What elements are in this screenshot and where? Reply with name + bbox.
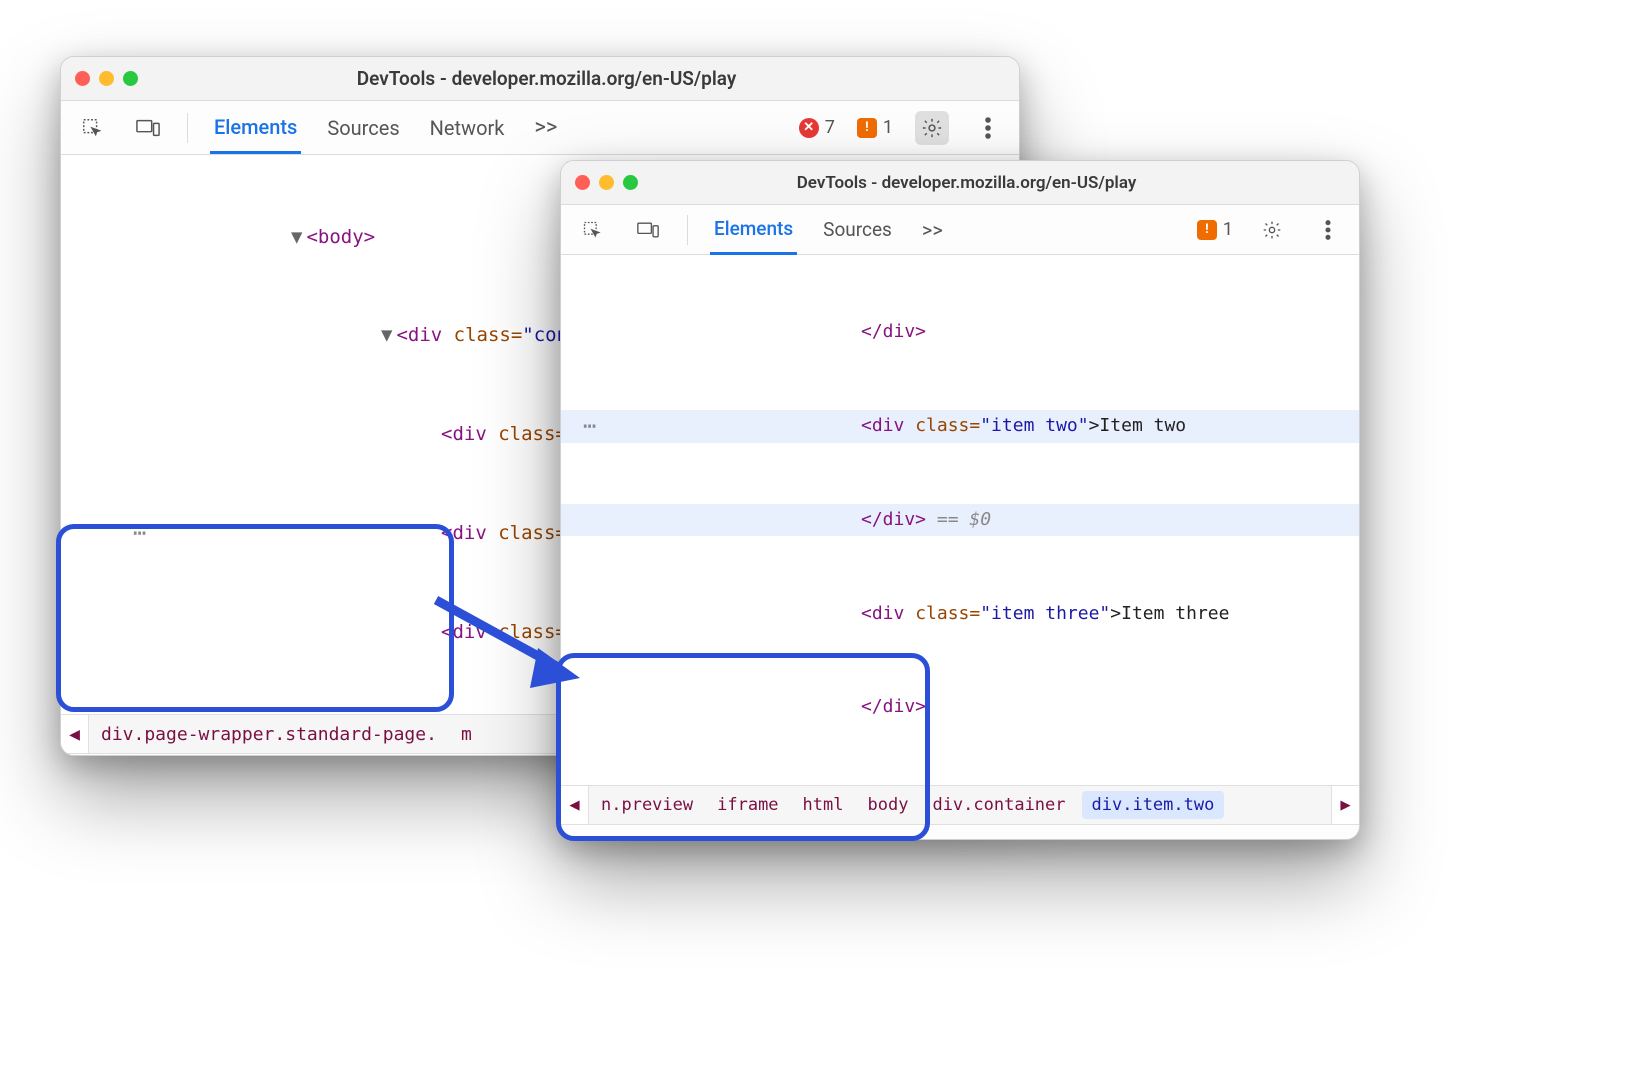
close-window-icon[interactable] — [75, 71, 90, 86]
errors-badge[interactable]: ✕7 — [799, 117, 835, 138]
breadcrumb-item[interactable]: m — [449, 724, 484, 745]
dom-tree[interactable]: </div> ⋯ <div class="item two">Item two … — [561, 255, 1359, 785]
window-title: DevTools - developer.mozilla.org/en-US/p… — [148, 67, 1005, 90]
main-toolbar: Elements Sources Network >> ✕7 !1 — [61, 101, 1019, 155]
close-window-icon[interactable] — [575, 175, 590, 190]
dom-node-selected[interactable]: </div> == $0 — [561, 504, 1359, 537]
warning-icon: ! — [1197, 220, 1217, 240]
settings-icon[interactable] — [1255, 213, 1289, 247]
warning-icon: ! — [857, 118, 877, 138]
minimize-window-icon[interactable] — [599, 175, 614, 190]
subtabs-overflow-icon[interactable]: >> — [1004, 825, 1033, 840]
traffic-lights — [575, 175, 638, 190]
breadcrumb-item[interactable]: html — [791, 795, 856, 815]
breadcrumb-scroll-left-icon[interactable]: ◀ — [61, 715, 89, 753]
errors-count: 7 — [825, 117, 835, 138]
tab-layout[interactable]: Layout — [768, 826, 830, 840]
zoom-window-icon[interactable] — [123, 71, 138, 86]
styles-subtabs: Styles Computed Layout Event Listeners >… — [561, 825, 1359, 840]
tab-computed[interactable]: Computed — [163, 754, 259, 756]
tab-event-listeners[interactable]: Event Listeners — [851, 826, 981, 840]
tabs-overflow-icon[interactable]: >> — [918, 206, 947, 254]
dom-node[interactable]: <div class="item three">Item three — [561, 598, 1359, 631]
settings-icon[interactable] — [915, 111, 949, 145]
tabs-overflow-icon[interactable]: >> — [530, 103, 561, 152]
zoom-window-icon[interactable] — [623, 175, 638, 190]
dom-node[interactable]: </div> — [561, 691, 1359, 724]
tab-styles[interactable]: Styles — [575, 825, 632, 840]
window-title: DevTools - developer.mozilla.org/en-US/p… — [648, 173, 1345, 193]
warnings-badge[interactable]: !1 — [857, 117, 893, 138]
devtools-window-2: DevTools - developer.mozilla.org/en-US/p… — [560, 160, 1360, 840]
breadcrumb-item[interactable]: iframe — [705, 795, 790, 815]
tab-sources[interactable]: Sources — [323, 104, 403, 152]
tab-layout[interactable]: Layout — [287, 754, 352, 756]
breadcrumb-item-selected[interactable]: div.item.two — [1082, 791, 1225, 819]
breadcrumb: ◀ n.preview iframe html body div.contain… — [561, 785, 1359, 825]
breadcrumb-item[interactable]: div.page-wrapper.standard-page. — [89, 724, 449, 745]
dom-node-selected[interactable]: ⋯ <div class="item two">Item two — [561, 410, 1359, 443]
main-toolbar: Elements Sources >> !1 — [561, 205, 1359, 255]
dom-node[interactable]: </div> — [561, 316, 1359, 349]
collapsed-indicator-icon: ⋯ — [121, 515, 161, 552]
warnings-badge[interactable]: !1 — [1197, 219, 1233, 240]
titlebar: DevTools - developer.mozilla.org/en-US/p… — [61, 57, 1019, 101]
tab-styles[interactable]: Styles — [75, 753, 135, 756]
device-toggle-icon[interactable] — [131, 111, 165, 145]
device-toggle-icon[interactable] — [631, 213, 665, 247]
collapsed-indicator-icon: ⋯ — [571, 408, 611, 445]
inspect-icon[interactable] — [575, 213, 609, 247]
inspect-icon[interactable] — [75, 111, 109, 145]
breadcrumb-item[interactable]: n.preview — [589, 795, 705, 815]
tab-event-listeners[interactable]: Event Lis — [380, 754, 464, 756]
tab-sources[interactable]: Sources — [819, 206, 896, 253]
minimize-window-icon[interactable] — [99, 71, 114, 86]
more-menu-icon[interactable] — [1311, 213, 1345, 247]
titlebar: DevTools - developer.mozilla.org/en-US/p… — [561, 161, 1359, 205]
traffic-lights — [75, 71, 138, 86]
breadcrumb-scroll-right-icon[interactable]: ▶ — [1331, 786, 1359, 824]
breadcrumb-scroll-left-icon[interactable]: ◀ — [561, 786, 589, 824]
breadcrumb-item[interactable]: div.container — [920, 795, 1077, 815]
tab-network[interactable]: Network — [426, 104, 509, 152]
error-icon: ✕ — [799, 118, 819, 138]
warnings-count: 1 — [883, 117, 893, 138]
warnings-count: 1 — [1223, 219, 1233, 240]
more-menu-icon[interactable] — [971, 111, 1005, 145]
tab-elements[interactable]: Elements — [710, 205, 797, 255]
tab-computed[interactable]: Computed — [654, 826, 745, 840]
tab-elements[interactable]: Elements — [210, 103, 301, 154]
breadcrumb-item[interactable]: body — [856, 795, 921, 815]
